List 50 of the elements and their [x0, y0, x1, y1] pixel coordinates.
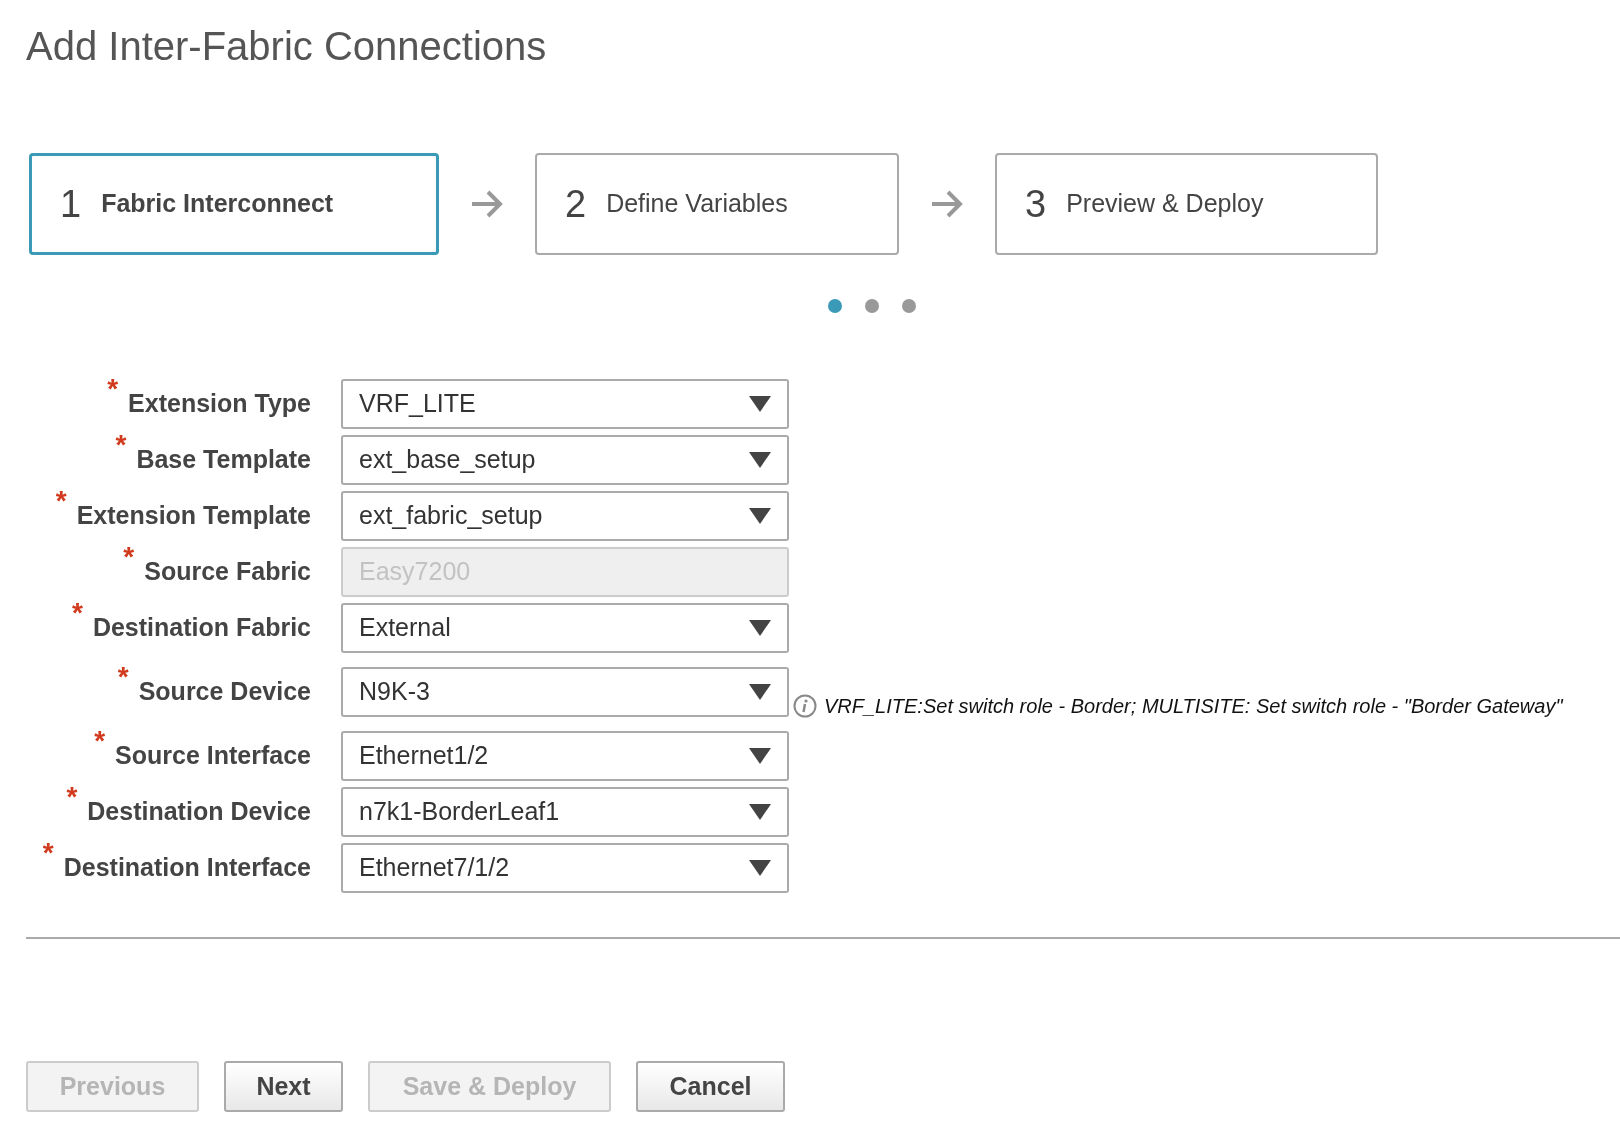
caret-icon [749, 748, 771, 764]
field-label: Extension Type [128, 388, 311, 420]
caret-icon [749, 684, 771, 700]
field-label: Destination Interface [63, 852, 311, 884]
caret-icon [749, 452, 771, 468]
wizard-button[interactable]: Cancel [636, 1061, 785, 1112]
step-number: 2 [565, 181, 587, 227]
dropdown[interactable]: n7k1-BorderLeaf1 [341, 787, 789, 837]
required-asterisk: * [42, 839, 54, 868]
step-label: Define Variables [606, 188, 788, 220]
required-asterisk: * [94, 727, 106, 756]
page-title: Add Inter-Fabric Connections [26, 26, 547, 66]
required-asterisk: * [72, 599, 83, 628]
wizard-step[interactable]: 1 Fabric Interconnect [29, 153, 439, 255]
dropdown[interactable]: N9K-3 [341, 667, 789, 717]
wizard-step[interactable]: 3 Preview & Deploy [995, 153, 1378, 255]
dropdown[interactable]: ext_base_setup [341, 435, 789, 485]
field-label: Source Fabric [144, 556, 311, 588]
required-asterisk: * [115, 431, 127, 460]
dropdown[interactable]: VRF_LITE [341, 379, 789, 429]
field-label: Source Interface [115, 740, 311, 772]
field-label: Extension Template [76, 500, 311, 532]
required-asterisk: * [117, 663, 129, 692]
step-label: Fabric Interconnect [101, 188, 334, 220]
field-label: Base Template [136, 444, 311, 476]
field-label: Source Device [138, 676, 311, 708]
arrow-icon [470, 189, 504, 219]
wizard-step[interactable]: 2 Define Variables [535, 153, 899, 255]
field-label: Destination Device [87, 796, 311, 828]
caret-icon [749, 396, 771, 412]
caret-icon [749, 620, 771, 636]
caret-icon [749, 860, 771, 876]
step-number: 3 [1025, 181, 1047, 227]
step-number: 1 [60, 181, 82, 227]
required-asterisk: * [123, 543, 135, 572]
field-label: Destination Fabric [92, 612, 311, 644]
step-label: Preview & Deploy [1066, 188, 1264, 220]
hint-text: VRF_LITE:Set switch role - Border; MULTISITE: Set switch role - "Border Gateway" [824, 694, 1563, 719]
dropdown[interactable]: External [341, 603, 789, 653]
dropdown[interactable]: ext_fabric_setup [341, 491, 789, 541]
dropdown[interactable]: Ethernet7/1/2 [341, 843, 789, 893]
arrow-icon [930, 189, 964, 219]
required-asterisk: * [66, 783, 78, 812]
dropdown[interactable]: Ethernet1/2 [341, 731, 789, 781]
wizard-button[interactable]: Next [224, 1061, 343, 1112]
info-icon [793, 694, 817, 718]
caret-icon [749, 804, 771, 820]
required-asterisk: * [55, 487, 67, 516]
caret-icon [749, 508, 771, 524]
required-asterisk: * [107, 375, 119, 404]
